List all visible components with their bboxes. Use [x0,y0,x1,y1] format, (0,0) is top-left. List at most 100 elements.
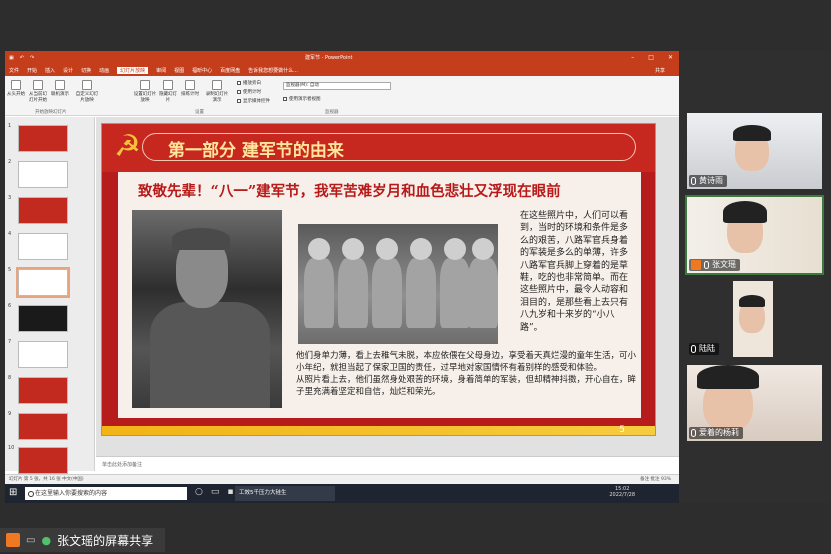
media-controls-checkbox[interactable]: 显示媒体控件 [237,98,270,104]
thumbnail[interactable]: 8 [8,375,92,405]
tab-view[interactable]: 视图 [174,67,184,74]
bottom-paragraph-1: 他们身单力薄，看上去稚气未脱，本应依偎在父母身边，享受着天真烂漫的童年生活，可小… [296,351,637,373]
participant-tile[interactable]: 黄诗雨 [687,113,822,189]
soldier-photo [132,210,282,408]
taskbar-search[interactable]: 在这里输入你要搜索的内容 [25,487,187,500]
host-icon [691,260,701,270]
record-button[interactable]: 录制幻灯片演示 [205,80,229,103]
tab-foxit[interactable]: 福昕中心 [192,67,212,74]
thumbnail[interactable]: 2 [8,159,92,189]
tab-baidu[interactable]: 百度网盘 [220,67,240,74]
rehearse-button[interactable]: 排练计时 [181,80,199,97]
screen-share-label: 张文瑶的屏幕共享 [57,533,154,548]
running-app[interactable]: 工效5千压力大硅生 [235,486,335,501]
mic-icon [704,261,709,269]
slide-title: 第一部分 建军节的由来 [168,141,344,161]
maximize-icon[interactable]: □ [648,51,654,65]
from-beginning-button[interactable]: 从头开始 [7,80,25,97]
share-button[interactable]: 共享 [655,67,665,74]
bottom-paragraph-2: 从照片看上去，他们虽然身处艰苦的环境，身着简单的军装，但却精神抖擞，开心自在，眸… [296,375,637,397]
ppt-title-bar: ▣ ↶ ↷ 建军节 - PowerPoint – □ ✕ [5,51,679,65]
tab-design[interactable]: 设计 [63,67,73,74]
thumbnail[interactable]: 6 [8,303,92,333]
slideshow-icon [33,80,43,90]
redo-icon[interactable]: ↷ [30,51,34,65]
quick-access-toolbar: ▣ ↶ ↷ [9,51,34,65]
tab-animations[interactable]: 动画 [99,67,109,74]
custom-icon [82,80,92,90]
timer-icon [185,80,195,90]
thumbnail-selected[interactable]: 5 [8,267,92,298]
record-icon [212,80,222,90]
mic-icon [691,429,696,437]
ribbon-tabs: 文件 开始 插入 设计 切换 动画 幻灯片放映 审阅 视图 福昕中心 百度网盘 … [5,65,679,76]
status-left: 幻灯片 第 5 张，共 16 张 中文(中国) [9,477,84,482]
monitor-select[interactable]: 监视器(M): 自动 [283,82,391,90]
document-title: 建军节 - PowerPoint [305,55,353,61]
ribbon: 从头开始 从当前幻灯片开始 联机演示 自定义幻灯片放映 设置幻灯片放映 隐藏幻灯… [5,76,679,116]
notes-pane[interactable]: 单击此处添加备注 [96,456,679,474]
slideshow-icon [11,80,21,90]
save-icon[interactable]: ▣ [9,51,14,65]
windows-taskbar: ⊞ 在这里输入你要搜索的内容 ○ ▭ ▪ 工效5千压力大硅生 15:02 202… [5,484,679,503]
slide-thumbnails: 1 2 3 4 5 6 7 8 9 10 [5,117,95,474]
taskbar-app-icon[interactable]: ▪ [227,487,233,497]
thumbnail[interactable]: 4 [8,231,92,261]
online-icon [55,80,65,90]
thumbnail[interactable]: 10 [8,445,92,475]
from-current-button[interactable]: 从当前幻灯片开始 [29,80,47,103]
group-setup: 设置 [195,110,204,115]
child-soldiers-photo [298,224,498,344]
minimize-icon[interactable]: – [631,51,634,65]
participant-list: 黄诗雨 张文瑶 陆陆 爱着的杨莉 [679,51,831,503]
tab-insert[interactable]: 插入 [45,67,55,74]
current-slide[interactable]: ☭ 第一部分 建军节的由来 致敬先辈！“八一”建军节，我军苦难岁月和血色悲壮又浮… [101,123,656,436]
mic-active-icon: ● [41,533,52,547]
taskbar-clock: 15:02 2022/7/28 [609,486,635,498]
thumbnail[interactable]: 7 [8,339,92,369]
hammer-sickle-icon: ☭ [114,129,141,164]
tab-home[interactable]: 开始 [27,67,37,74]
tell-me-box[interactable]: 告诉我您想要做什么... [248,67,298,74]
undo-icon[interactable]: ↶ [20,51,24,65]
thumbnail[interactable]: 9 [8,411,92,441]
tab-review[interactable]: 审阅 [156,67,166,74]
content-panel: 致敬先辈！“八一”建军节，我军苦难岁月和血色悲壮又浮现在眼前 在这些照片中，人们… [118,172,641,418]
custom-show-button[interactable]: 自定义幻灯片放映 [75,80,99,103]
taskview-icon[interactable]: ▭ [211,487,220,497]
mic-icon [691,177,696,185]
timings-checkbox[interactable]: 使用计时 [237,89,261,95]
screen-icon: ▭ [26,534,36,546]
slide-canvas: ☭ 第一部分 建军节的由来 致敬先辈！“八一”建军节，我军苦难岁月和血色悲壮又浮… [96,117,679,487]
presenter-view-checkbox[interactable]: 使用演示者视图 [283,96,321,102]
group-start: 开始放映幻灯片 [35,110,67,115]
participant-tile-active[interactable]: 张文瑶 [685,195,824,275]
screen-share-bar[interactable]: ▭ ● 张文瑶的屏幕共享 [0,528,165,552]
narration-checkbox[interactable]: 播放旁白 [237,80,261,86]
bottom-paragraphs: 他们身单力薄，看上去稚气未脱，本应依偎在父母身边，享受着天真烂漫的童年生活，可小… [296,350,638,398]
status-bar: 幻灯片 第 5 张，共 16 张 中文(中国) 备注 批注 93% [5,474,679,484]
hide-slide-button[interactable]: 隐藏幻灯片 [159,80,177,103]
user-avatar-icon [6,533,20,547]
setup-show-button[interactable]: 设置幻灯片放映 [133,80,157,103]
right-paragraph: 在这些照片中，人们可以看到，当时的环境和条件是多么的艰苦，八路军官兵身着的军装是… [520,211,629,333]
participant-tile[interactable]: 爱着的杨莉 [687,365,822,441]
group-monitor: 监视器 [325,110,339,115]
thumbnail[interactable]: 1 [8,123,92,153]
tab-transitions[interactable]: 切换 [81,67,91,74]
setup-icon [140,80,150,90]
window-controls: – □ ✕ [631,51,673,65]
mic-icon [691,345,696,353]
close-icon[interactable]: ✕ [668,51,673,65]
windows-start-icon[interactable]: ⊞ [9,487,21,499]
tab-slideshow[interactable]: 幻灯片放映 [117,67,149,74]
status-right: 备注 批注 93% [640,477,671,482]
present-online-button[interactable]: 联机演示 [51,80,69,97]
thumbnail[interactable]: 3 [8,195,92,225]
task-view-icon[interactable]: ○ [195,487,203,497]
participant-tile[interactable]: 陆陆 [687,281,822,357]
shared-screen: ▣ ↶ ↷ 建军节 - PowerPoint – □ ✕ 文件 开始 插入 设计… [5,51,679,503]
hide-icon [163,80,173,90]
taskbar-icons: ○ ▭ ▪ [195,487,233,497]
tab-file[interactable]: 文件 [9,67,19,74]
